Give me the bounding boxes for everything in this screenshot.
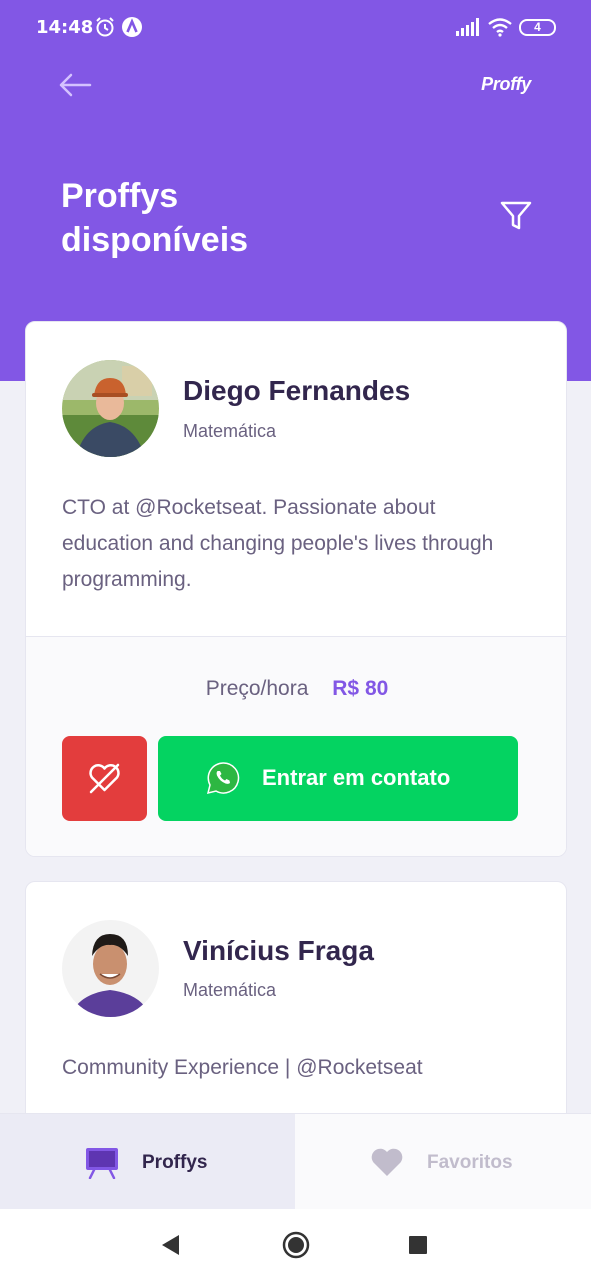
back-triangle-icon[interactable] [161, 1234, 181, 1256]
tab-bar: Proffys Favoritos [0, 1113, 591, 1210]
teacher-name: Diego Fernandes [183, 375, 411, 406]
status-bar: 14:48 4 [0, 0, 591, 56]
page-title: Proffys disponíveis [61, 177, 249, 259]
card-footer: Preço/hora R$ 80 Entrar em contato [26, 636, 566, 856]
tab-label: Proffys [142, 1152, 208, 1173]
home-circle-icon[interactable] [282, 1231, 310, 1259]
app-a-icon [122, 17, 142, 37]
system-nav-bar [0, 1209, 591, 1280]
avatar [62, 360, 159, 457]
signal-icon [456, 18, 479, 36]
price-value: R$ 80 [332, 677, 389, 700]
contact-button-label: Entrar em contato [262, 765, 451, 790]
teacher-card: Vinícius Fraga Matemática Community Expe… [25, 881, 567, 1141]
battery-level: 4 [534, 20, 541, 34]
filter-icon[interactable] [498, 198, 534, 234]
teacher-subject: Matemática [183, 980, 277, 1000]
price-label: Preço/hora [205, 677, 309, 700]
teacher-name: Vinícius Fraga [183, 935, 374, 966]
heart-icon [371, 1148, 403, 1176]
alarm-icon [96, 17, 114, 37]
unfavorite-button[interactable] [62, 736, 147, 821]
teacher-card: Diego Fernandes Matemática CTO at @Rocke… [25, 321, 567, 857]
status-time: 14:48 [36, 17, 94, 38]
teacher-subject: Matemática [183, 421, 277, 441]
recents-square-icon[interactable] [408, 1235, 428, 1255]
price-row: Preço/hora R$ 80 [26, 677, 566, 701]
avatar [62, 920, 159, 1017]
tab-proffys[interactable]: Proffys [0, 1114, 295, 1210]
teacher-bio: Community Experience | @Rocketseat [62, 1056, 423, 1079]
heart-off-icon [89, 763, 120, 794]
teacher-bio: CTO at @Rocketseat. Passionate about edu… [62, 496, 494, 591]
brand-logo: Proffy [481, 74, 531, 94]
easel-icon [86, 1148, 118, 1179]
contact-button[interactable]: Entrar em contato [158, 736, 518, 821]
tab-favoritos[interactable]: Favoritos [295, 1114, 591, 1210]
battery-icon: 4 [519, 19, 556, 36]
tab-label: Favoritos [427, 1152, 513, 1173]
wifi-icon [488, 18, 512, 37]
arrow-left-icon[interactable] [58, 72, 92, 98]
whatsapp-icon [206, 762, 240, 795]
